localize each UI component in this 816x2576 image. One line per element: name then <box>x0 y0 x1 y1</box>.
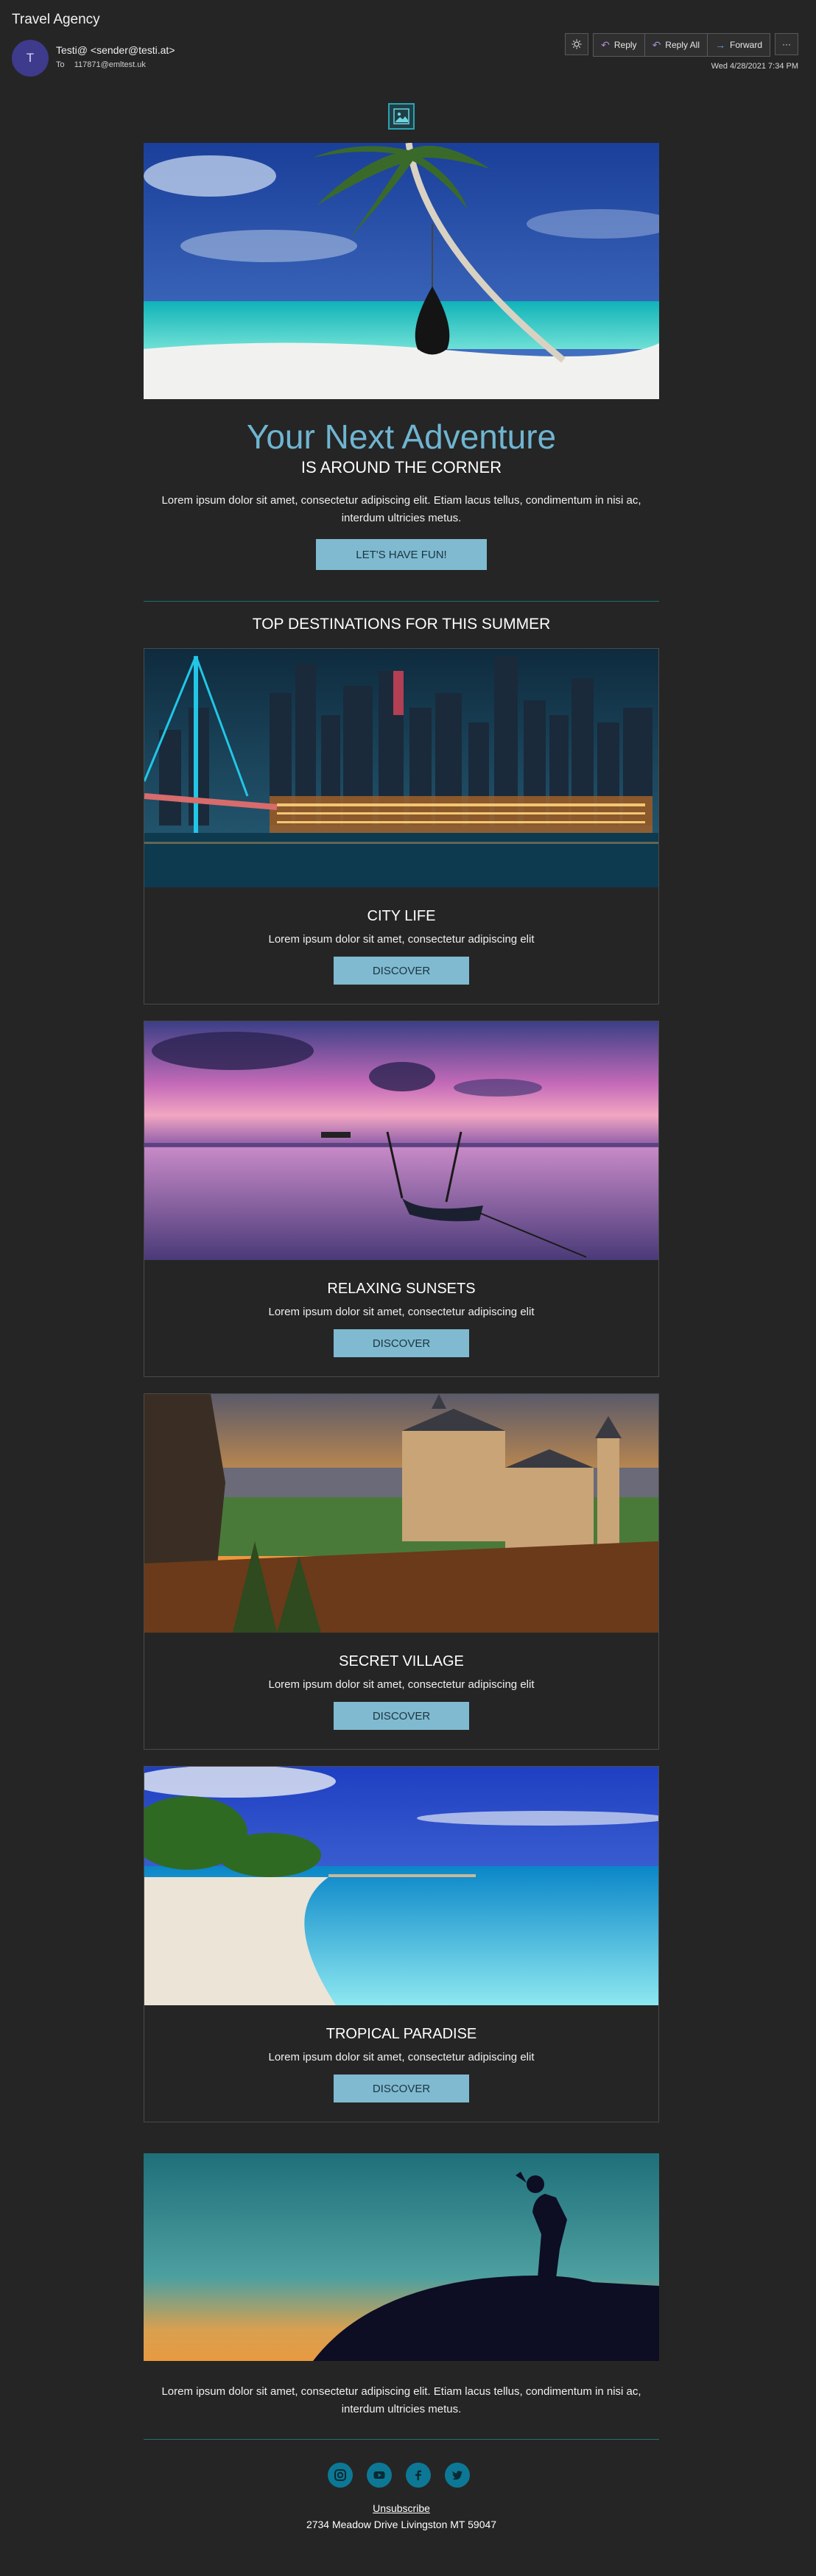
hero-subtitle: IS AROUND THE CORNER <box>300 458 502 476</box>
destination-card-city-life: CITY LIFE Lorem ipsum dolor sit amet, co… <box>144 648 659 1004</box>
more-icon: ··· <box>782 39 791 49</box>
discover-button[interactable]: DISCOVER <box>334 2074 469 2102</box>
brand-logo-icon[interactable] <box>388 103 415 130</box>
reply-all-label: Reply All <box>665 40 700 50</box>
message-toolbar: ↶ Reply ↶ Reply All → Forward ··· <box>565 33 798 57</box>
hero-title: Your Next Adventure <box>246 418 557 456</box>
reply-actions: ↶ Reply ↶ Reply All → Forward <box>593 33 770 57</box>
destination-card-relaxing-sunsets: RELAXING SUNSETS Lorem ipsum dolor sit a… <box>144 1021 659 1377</box>
hiker-silhouette-image <box>144 2153 659 2361</box>
reply-icon: ↶ <box>601 38 610 51</box>
reply-button[interactable]: ↶ Reply <box>594 34 645 56</box>
sunset-image <box>144 1021 658 1260</box>
destination-text: Lorem ipsum dolor sit amet, consectetur … <box>268 1678 535 1691</box>
sun-icon <box>571 39 582 49</box>
to-label: To <box>56 60 65 69</box>
more-actions-button[interactable]: ··· <box>775 33 798 55</box>
twitter-icon[interactable] <box>445 2463 470 2488</box>
city-image <box>144 649 658 887</box>
section-title: TOP DESTINATIONS FOR THIS SUMMER <box>252 616 551 633</box>
divider <box>144 2439 659 2440</box>
discover-button[interactable]: DISCOVER <box>334 1702 469 1730</box>
reply-all-icon: ↶ <box>652 38 661 51</box>
destination-title: CITY LIFE <box>367 908 436 924</box>
hero-beach-image <box>144 143 659 399</box>
destination-text: Lorem ipsum dolor sit amet, consectetur … <box>268 1306 535 1318</box>
castle-image <box>144 1394 658 1633</box>
recipient-line: To 117871@emltest.uk <box>56 60 146 69</box>
tropical-beach-image <box>144 1767 658 2005</box>
discover-button[interactable]: DISCOVER <box>334 957 469 985</box>
footer-text: Lorem ipsum dolor sit amet, consectetur … <box>161 2385 641 2415</box>
reply-label: Reply <box>613 40 637 50</box>
lets-have-fun-button[interactable]: LET'S HAVE FUN! <box>316 539 487 570</box>
destination-text: Lorem ipsum dolor sit amet, consectetur … <box>268 933 535 946</box>
immersive-reader-button[interactable] <box>565 33 589 55</box>
facebook-icon[interactable] <box>406 2463 431 2488</box>
received-date: Wed 4/28/2021 7:34 PM <box>711 62 798 71</box>
sender-address[interactable]: Testi@ <sender@testi.at> <box>56 44 175 56</box>
sender-avatar[interactable]: T <box>12 40 49 77</box>
destination-title: TROPICAL PARADISE <box>326 2026 477 2042</box>
youtube-icon[interactable] <box>367 2463 392 2488</box>
destination-title: RELAXING SUNSETS <box>327 1281 476 1297</box>
discover-button[interactable]: DISCOVER <box>334 1329 469 1357</box>
reply-all-button[interactable]: ↶ Reply All <box>644 34 708 56</box>
recipient-address[interactable]: 117871@emltest.uk <box>74 60 146 69</box>
divider <box>144 601 659 602</box>
email-subject: Travel Agency <box>12 12 100 27</box>
destination-card-tropical-paradise: TROPICAL PARADISE Lorem ipsum dolor sit … <box>144 1766 659 2122</box>
postal-address: 2734 Meadow Drive Livingston MT 59047 <box>306 2519 497 2530</box>
unsubscribe-link[interactable]: Unsubscribe <box>144 2502 659 2514</box>
forward-icon: → <box>714 39 725 51</box>
instagram-icon[interactable] <box>328 2463 353 2488</box>
destination-text: Lorem ipsum dolor sit amet, consectetur … <box>268 2051 535 2063</box>
destination-card-secret-village: SECRET VILLAGE Lorem ipsum dolor sit ame… <box>144 1393 659 1750</box>
destination-title: SECRET VILLAGE <box>339 1653 464 1669</box>
forward-label: Forward <box>729 40 762 50</box>
hero-text: Lorem ipsum dolor sit amet, consectetur … <box>161 494 641 524</box>
social-links <box>328 2463 470 2488</box>
forward-button[interactable]: → Forward <box>707 34 770 56</box>
